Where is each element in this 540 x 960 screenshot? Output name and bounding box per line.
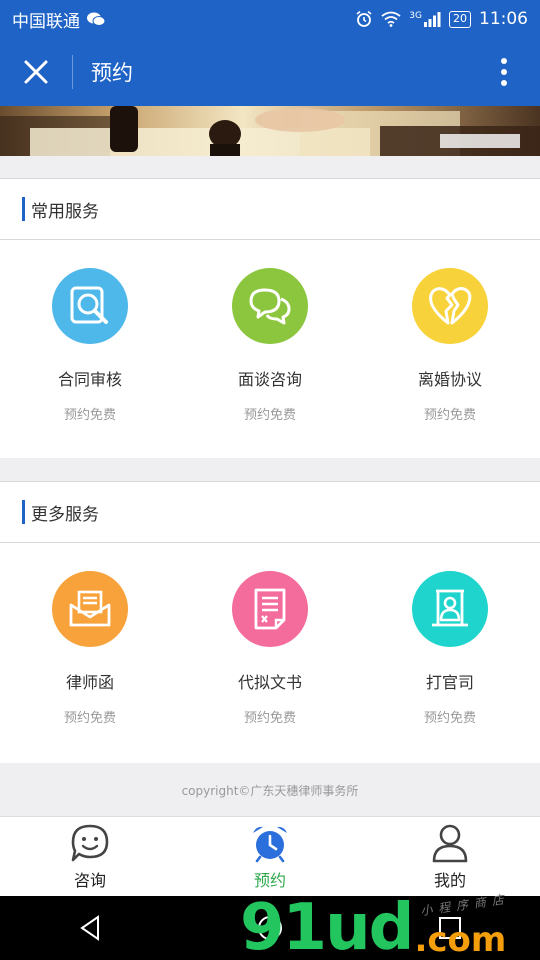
service-grid-common: 合同审核 预约免费 面谈咨询 预约免费 离婚协议 预约免费 (0, 240, 540, 458)
service-contract-review[interactable]: 合同审核 预约免费 (0, 240, 180, 458)
service-name: 打官司 (425, 673, 474, 692)
carrier-name: 中国联通 (12, 11, 80, 32)
service-sub: 预约免费 (243, 711, 296, 726)
tab-label: 我的 (433, 870, 466, 890)
app-bar: 预约 (0, 38, 540, 106)
service-sub: 预约免费 (63, 711, 116, 726)
close-icon (24, 60, 48, 84)
tab-label: 预约 (253, 870, 286, 890)
status-time: 11:06 (479, 9, 528, 29)
service-name: 离婚协议 (417, 370, 482, 389)
section-accent-bar (22, 197, 25, 221)
home-icon[interactable] (257, 915, 283, 941)
more-menu-button[interactable] (468, 38, 540, 106)
tab-booking[interactable]: 预约 (180, 817, 360, 896)
broken-heart-icon (429, 287, 472, 325)
app-bar-divider (72, 55, 73, 89)
bottom-tab-bar: 咨询 预约 我的 (0, 816, 540, 896)
gavel-documents-illustration (0, 106, 540, 156)
service-divorce-agreement[interactable]: 离婚协议 预约免费 (360, 240, 540, 458)
service-sub: 预约免费 (63, 408, 116, 423)
magnifier-document-icon (70, 286, 108, 324)
document-icon (254, 588, 286, 630)
service-document-drafting[interactable]: 代拟文书 预约免费 (180, 543, 360, 763)
banner-image (0, 106, 540, 156)
service-icon-circle (232, 268, 308, 344)
battery-level: 20 (449, 10, 471, 28)
alarm-icon (356, 10, 372, 27)
section-accent-bar (22, 500, 25, 524)
service-name: 合同审核 (57, 370, 122, 389)
service-icon-circle (412, 268, 488, 344)
section-header-more: 更多服务 (0, 481, 540, 543)
wechat-icon (87, 12, 106, 26)
alarm-clock-icon (253, 826, 287, 862)
section-header-common: 常用服务 (0, 178, 540, 240)
tab-mine[interactable]: 我的 (360, 817, 540, 896)
courtroom-person-icon (432, 589, 468, 627)
service-sub: 预约免费 (423, 408, 476, 423)
tab-consult[interactable]: 咨询 (0, 817, 180, 896)
network-type: 3G (409, 11, 422, 21)
service-name: 律师函 (65, 673, 114, 692)
copyright-text: copyright©广东天穗律师事务所 (181, 783, 359, 798)
page-title: 预约 (91, 61, 133, 85)
signal-icon (424, 12, 441, 27)
wifi-icon (381, 11, 401, 27)
service-icon-circle (52, 268, 128, 344)
service-sub: 预约免费 (423, 711, 476, 726)
back-icon[interactable] (78, 915, 102, 941)
person-icon (432, 824, 468, 862)
service-grid-more: 律师函 预约免费 代拟文书 预约免费 打官司 预约免费 (0, 543, 540, 763)
tab-label: 咨询 (73, 870, 106, 890)
envelope-letter-icon (69, 590, 111, 627)
close-button[interactable] (0, 38, 72, 106)
service-icon-circle (52, 571, 128, 647)
service-lawyer-letter[interactable]: 律师函 预约免费 (0, 543, 180, 763)
section-title: 常用服务 (31, 201, 99, 222)
service-name: 代拟文书 (237, 673, 302, 692)
more-vertical-icon (501, 58, 507, 86)
service-icon-circle (232, 571, 308, 647)
service-litigation[interactable]: 打官司 预约免费 (360, 543, 540, 763)
service-sub: 预约免费 (243, 408, 296, 423)
service-icon-circle (412, 571, 488, 647)
service-consultation[interactable]: 面谈咨询 预约免费 (180, 240, 360, 458)
status-bar: 中国联通 3G 20 11:06 (0, 0, 540, 38)
service-name: 面谈咨询 (237, 370, 302, 389)
section-title: 更多服务 (31, 504, 99, 525)
recents-icon[interactable] (438, 916, 462, 940)
smile-chat-icon (71, 824, 109, 861)
chat-bubbles-icon (249, 288, 291, 325)
